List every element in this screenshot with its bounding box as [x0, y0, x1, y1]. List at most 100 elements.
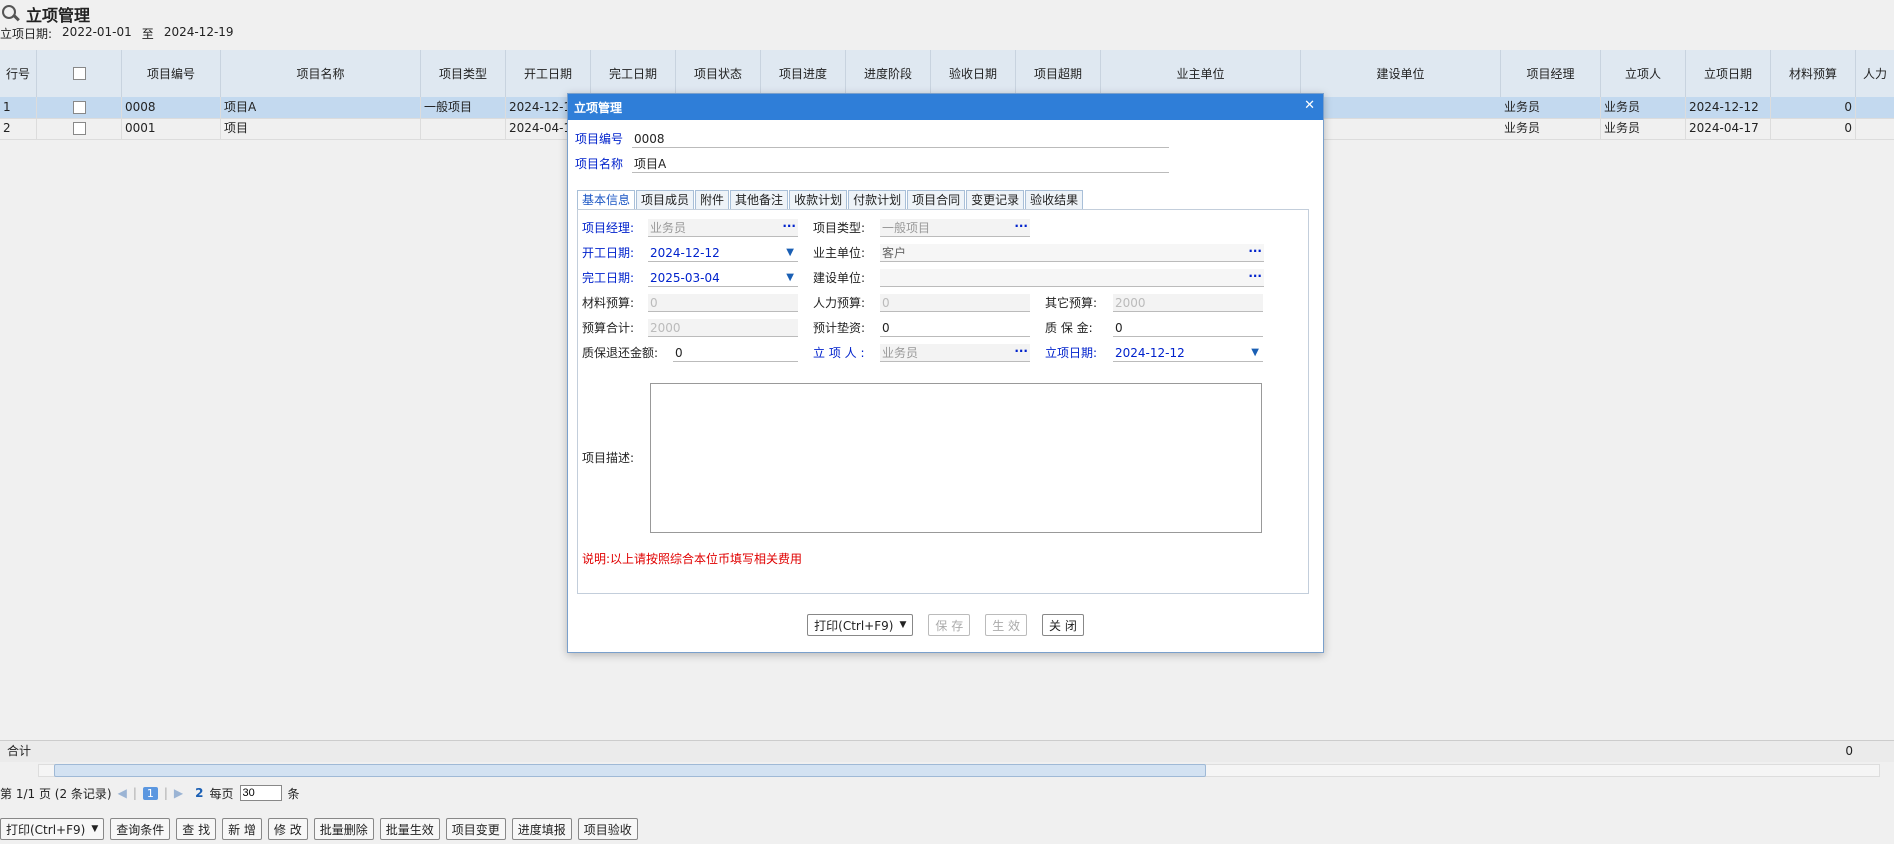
cell-row-no: 2 — [0, 118, 37, 139]
chevron-down-icon: ▼ — [91, 824, 99, 834]
col-header[interactable]: 项目状态 — [676, 50, 761, 97]
tab-other-notes[interactable]: 其他备注 — [730, 190, 789, 210]
col-header[interactable]: 完工日期 — [591, 50, 676, 97]
row-checkbox[interactable] — [72, 122, 86, 135]
col-header[interactable]: 开工日期 — [506, 50, 591, 97]
batch-effect-button[interactable]: 批量生效 — [379, 818, 440, 840]
tab-collection-plan[interactable]: 收款计划 — [789, 190, 848, 210]
tab-acceptance[interactable]: 验收结果 — [1025, 190, 1084, 210]
save-button[interactable]: 保 存 — [928, 614, 971, 636]
col-header[interactable]: 项目编号 — [122, 50, 221, 97]
prev-page-icon[interactable]: ◀ — [118, 786, 127, 800]
col-header[interactable]: 建设单位 — [1301, 50, 1501, 97]
manager-field[interactable]: 业务员 ··· — [648, 219, 798, 237]
current-page[interactable]: 1 — [142, 786, 158, 800]
scrollbar-thumb[interactable] — [54, 764, 1206, 777]
establish-date-label: 立项日期: — [1045, 346, 1098, 360]
cell-type: 一般项目 — [421, 97, 506, 118]
project-acceptance-button[interactable]: 项目验收 — [577, 818, 638, 840]
dialog-print-button[interactable]: 打印(Ctrl+F9) ▼ — [807, 614, 914, 636]
dialog-titlebar[interactable]: 立项管理 ✕ — [568, 94, 1323, 120]
col-header[interactable]: 立项日期 — [1686, 50, 1771, 97]
ellipsis-icon[interactable]: ··· — [1014, 342, 1028, 360]
progress-report-button[interactable]: 进度填报 — [511, 818, 572, 840]
project-code-field[interactable]: 0008 — [632, 130, 1169, 148]
col-header[interactable]: 进度阶段 — [846, 50, 931, 97]
advance-field[interactable]: 0 — [880, 319, 1030, 337]
col-header[interactable]: 项目进度 — [761, 50, 846, 97]
pager: 第 1/1 页 (2 条记录) ◀ | 1 | ▶ 2 每页 条 — [0, 782, 300, 804]
establish-date-value: 2024-12-12 — [1115, 346, 1185, 360]
type-field[interactable]: 一般项目 ··· — [880, 219, 1030, 237]
col-header[interactable]: 项目名称 — [221, 50, 421, 97]
batch-delete-button[interactable]: 批量删除 — [313, 818, 374, 840]
col-header[interactable]: 项目超期 — [1016, 50, 1101, 97]
ellipsis-icon[interactable]: ··· — [1248, 242, 1262, 260]
next-page-icon[interactable]: ▶ — [174, 786, 183, 800]
chevron-down-icon[interactable]: ▼ — [786, 244, 794, 262]
col-header[interactable]: 立项人 — [1601, 50, 1686, 97]
col-header-select-all[interactable] — [37, 50, 122, 97]
tab-basic-info[interactable]: 基本信息 — [577, 190, 636, 210]
start-date-field[interactable]: 2024-12-12 ▼ — [648, 244, 798, 262]
col-header[interactable]: 材料预算 — [1771, 50, 1856, 97]
per-page-input[interactable] — [239, 785, 282, 801]
col-header[interactable]: 项目经理 — [1501, 50, 1601, 97]
ellipsis-icon[interactable]: ··· — [1014, 217, 1028, 235]
col-header[interactable]: 行号 — [0, 50, 37, 97]
print-button[interactable]: 打印(Ctrl+F9) ▼ — [0, 818, 105, 840]
chevron-down-icon[interactable]: ▼ — [786, 269, 794, 287]
horizontal-scrollbar[interactable] — [38, 762, 1880, 777]
add-button[interactable]: 新 增 — [222, 818, 262, 840]
tab-members[interactable]: 项目成员 — [636, 190, 695, 210]
cell-type — [421, 118, 506, 139]
end-date-field[interactable]: 2025-03-04 ▼ — [648, 269, 798, 287]
effect-button[interactable]: 生 效 — [985, 614, 1028, 636]
owner-field[interactable]: 客户 ··· — [880, 244, 1264, 262]
find-button[interactable]: 查 找 — [176, 818, 217, 840]
warranty-field[interactable]: 0 — [1113, 319, 1263, 337]
date-range-label: 立项日期: — [0, 27, 53, 41]
ellipsis-icon[interactable]: ··· — [1248, 267, 1262, 285]
refresh-icon[interactable]: 2 — [195, 786, 203, 800]
date-range: 立项日期: 2022-01-01 至 2024-12-19 — [0, 25, 234, 42]
edit-button[interactable]: 修 改 — [267, 818, 308, 840]
date-from[interactable]: 2022-01-01 — [62, 25, 132, 42]
sum-material: 0 — [1845, 744, 1853, 758]
project-name-field[interactable]: 项目A — [632, 155, 1169, 173]
creator-field[interactable]: 业务员 ··· — [880, 344, 1030, 362]
tab-contracts[interactable]: 项目合同 — [907, 190, 966, 210]
col-header[interactable]: 项目类型 — [421, 50, 506, 97]
cell-material: 0 — [1771, 97, 1856, 118]
tab-change-log[interactable]: 变更记录 — [966, 190, 1025, 210]
description-textarea[interactable] — [650, 383, 1262, 533]
col-header[interactable]: 验收日期 — [931, 50, 1016, 97]
cell-row-no: 1 — [0, 97, 37, 118]
close-icon[interactable]: ✕ — [1304, 98, 1315, 113]
warranty-refund-field[interactable]: 0 — [673, 344, 798, 362]
tab-attachments[interactable]: 附件 — [695, 190, 730, 210]
cell-select[interactable] — [37, 97, 122, 118]
sum-row: 合计 0 — [0, 740, 1894, 762]
tab-payment-plan[interactable]: 付款计划 — [848, 190, 907, 210]
close-button[interactable]: 关 闭 — [1042, 614, 1084, 636]
col-header[interactable]: 人力 — [1856, 50, 1894, 97]
warranty-refund-label: 质保退还金额: — [582, 346, 659, 360]
per-page-unit: 条 — [287, 786, 300, 801]
query-conditions-button[interactable]: 查询条件 — [110, 818, 171, 840]
select-all-checkbox[interactable] — [72, 67, 86, 80]
project-change-button[interactable]: 项目变更 — [445, 818, 506, 840]
chevron-down-icon[interactable]: ▼ — [1251, 344, 1259, 362]
ellipsis-icon[interactable]: ··· — [782, 217, 796, 235]
builder-field[interactable]: ··· — [880, 269, 1264, 287]
labor-budget-field[interactable]: 0 — [880, 294, 1030, 312]
material-budget-field[interactable]: 0 — [648, 294, 798, 312]
establish-date-field[interactable]: 2024-12-12 ▼ — [1113, 344, 1263, 362]
row-checkbox[interactable] — [72, 101, 86, 114]
col-header[interactable]: 业主单位 — [1101, 50, 1301, 97]
creator-label: 立 项 人 : — [813, 346, 865, 360]
budget-total-field[interactable]: 2000 — [648, 319, 798, 337]
date-to[interactable]: 2024-12-19 — [164, 25, 234, 42]
cell-select[interactable] — [37, 118, 122, 139]
other-budget-field[interactable]: 2000 — [1113, 294, 1263, 312]
